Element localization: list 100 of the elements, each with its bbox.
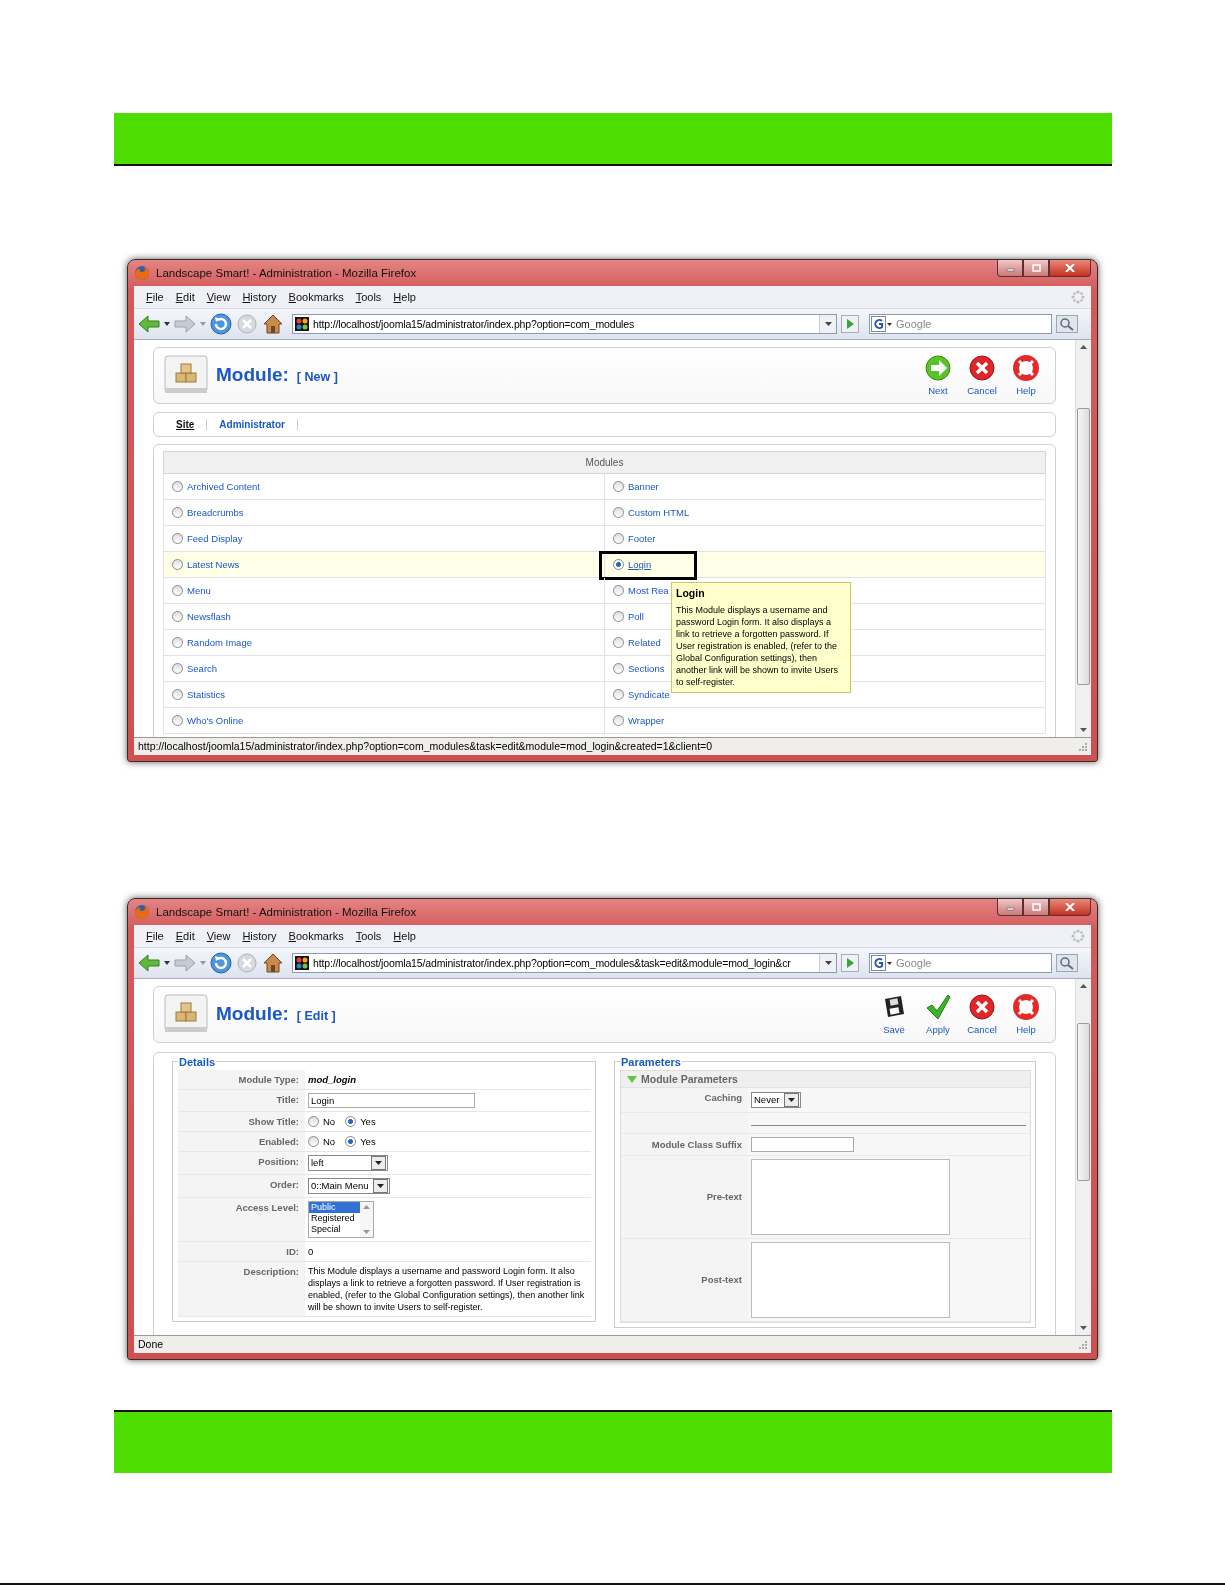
menu-item[interactable]: Edit [169, 929, 201, 942]
module-link[interactable]: Footer [628, 532, 656, 544]
module-link[interactable]: Menu [187, 584, 211, 596]
next-button[interactable]: Next [919, 354, 957, 397]
scroll-thumb[interactable] [1077, 407, 1090, 685]
minimize-button[interactable] [997, 259, 1023, 277]
google-icon[interactable] [871, 954, 893, 971]
module-link[interactable]: Poll [628, 610, 644, 622]
go-icon[interactable] [841, 953, 859, 972]
radio-button[interactable] [613, 688, 624, 700]
radio-button[interactable] [172, 558, 183, 570]
radio-button[interactable] [172, 610, 183, 622]
search-icon[interactable] [1056, 314, 1078, 333]
close-button[interactable] [1049, 259, 1091, 277]
caret-down-icon[interactable] [164, 321, 170, 326]
menu-item[interactable]: History [236, 929, 283, 942]
menu-item[interactable]: Help [387, 290, 422, 303]
google-icon[interactable] [871, 315, 893, 332]
module-link[interactable]: Related [628, 636, 661, 648]
module-link[interactable]: Archived Content [187, 480, 260, 492]
home-icon[interactable] [262, 312, 284, 335]
menu-item[interactable]: Tools [349, 929, 388, 942]
menu-item[interactable]: File [140, 929, 170, 942]
module-link[interactable]: Who's Online [187, 714, 244, 726]
radio-button[interactable] [613, 714, 624, 726]
dropdown[interactable]: 0::Main Menu [308, 1177, 390, 1194]
radio-button[interactable] [308, 1135, 319, 1147]
radio-button[interactable] [172, 662, 183, 674]
module-link[interactable]: Feed Display [187, 532, 243, 544]
menu-item[interactable]: Bookmarks [282, 929, 350, 942]
help-button[interactable]: Help [1007, 993, 1045, 1036]
radio-button[interactable] [613, 480, 624, 492]
module-link[interactable]: Newsflash [187, 610, 231, 622]
caret-down-icon[interactable] [164, 960, 170, 965]
caret-down-icon[interactable] [824, 321, 832, 326]
module-link[interactable]: Most Rea [628, 584, 669, 596]
module-link[interactable]: Search [187, 662, 218, 674]
list-option[interactable]: Registered [309, 1212, 360, 1224]
module-link[interactable]: Latest News [187, 558, 240, 570]
reload-icon[interactable] [210, 951, 232, 974]
save-button[interactable]: Save [875, 993, 913, 1036]
radio-button[interactable] [172, 506, 183, 518]
menu-item[interactable]: View [200, 290, 237, 303]
search-field[interactable]: Google [869, 952, 1052, 973]
menu-item[interactable]: File [140, 290, 170, 303]
address-field[interactable]: http://localhost/joomla15/administrator/index.php?option=com_modules [292, 313, 837, 334]
list-box[interactable]: Public Registered Special [308, 1200, 374, 1238]
menu-item[interactable]: View [200, 929, 237, 942]
radio-button[interactable] [172, 688, 183, 700]
module-link[interactable]: Random Image [187, 636, 252, 648]
maximize-button[interactable] [1023, 259, 1049, 277]
back-arrow-icon[interactable] [138, 952, 160, 973]
scrollbar[interactable] [1075, 978, 1091, 1335]
apply-button[interactable]: Apply [919, 993, 957, 1036]
scroll-thumb[interactable] [1077, 1022, 1090, 1181]
radio-button[interactable] [613, 558, 624, 570]
radio-button[interactable] [613, 636, 624, 648]
minimize-button[interactable] [997, 898, 1023, 916]
list-option[interactable]: Special [309, 1223, 360, 1235]
panel-header[interactable]: Module Parameters [621, 1070, 1030, 1088]
text-area[interactable] [751, 1241, 950, 1318]
radio-button[interactable] [308, 1115, 319, 1127]
module-link[interactable]: Syndicate [628, 688, 670, 700]
module-link[interactable]: Custom HTML [628, 506, 690, 518]
radio-button[interactable] [613, 532, 624, 544]
scrollbar[interactable] [1075, 339, 1091, 737]
radio-button[interactable] [172, 584, 183, 596]
input-field[interactable]: Login [308, 1092, 475, 1108]
module-link[interactable]: Wrapper [628, 714, 665, 726]
menu-item[interactable]: Tools [349, 290, 388, 303]
module-link[interactable]: Breadcrumbs [187, 506, 244, 518]
submenu-tab[interactable]: Site [164, 418, 208, 430]
module-link[interactable]: Login [628, 558, 652, 570]
dropdown[interactable]: Never [751, 1091, 801, 1108]
submenu-tab[interactable]: Administrator [207, 418, 298, 430]
module-link[interactable]: Statistics [187, 688, 225, 700]
close-button[interactable] [1049, 898, 1091, 916]
menu-item[interactable]: Bookmarks [282, 290, 350, 303]
cancel-button[interactable]: Cancel [963, 993, 1001, 1036]
go-icon[interactable] [841, 314, 859, 333]
search-icon[interactable] [1056, 953, 1078, 972]
input-field[interactable] [751, 1136, 854, 1152]
menu-item[interactable]: Edit [169, 290, 201, 303]
menu-item[interactable]: Help [387, 929, 422, 942]
radio-button[interactable] [613, 610, 624, 622]
maximize-button[interactable] [1023, 898, 1049, 916]
address-field[interactable]: http://localhost/joomla15/administrator/index.php?option=com_modules&task=edit&module=mod_login&cr [292, 952, 837, 973]
back-arrow-icon[interactable] [138, 313, 160, 334]
caret-down-icon[interactable] [824, 960, 832, 965]
cancel-button[interactable]: Cancel [963, 354, 1001, 397]
radio-button[interactable] [613, 584, 624, 596]
radio-button[interactable] [345, 1135, 357, 1147]
home-icon[interactable] [262, 951, 284, 974]
radio-button[interactable] [613, 662, 624, 674]
menu-item[interactable]: History [236, 290, 283, 303]
radio-button[interactable] [172, 636, 183, 648]
reload-icon[interactable] [210, 312, 232, 335]
search-field[interactable]: Google [869, 313, 1052, 334]
radio-button[interactable] [613, 506, 624, 518]
module-link[interactable]: Sections [628, 662, 665, 674]
